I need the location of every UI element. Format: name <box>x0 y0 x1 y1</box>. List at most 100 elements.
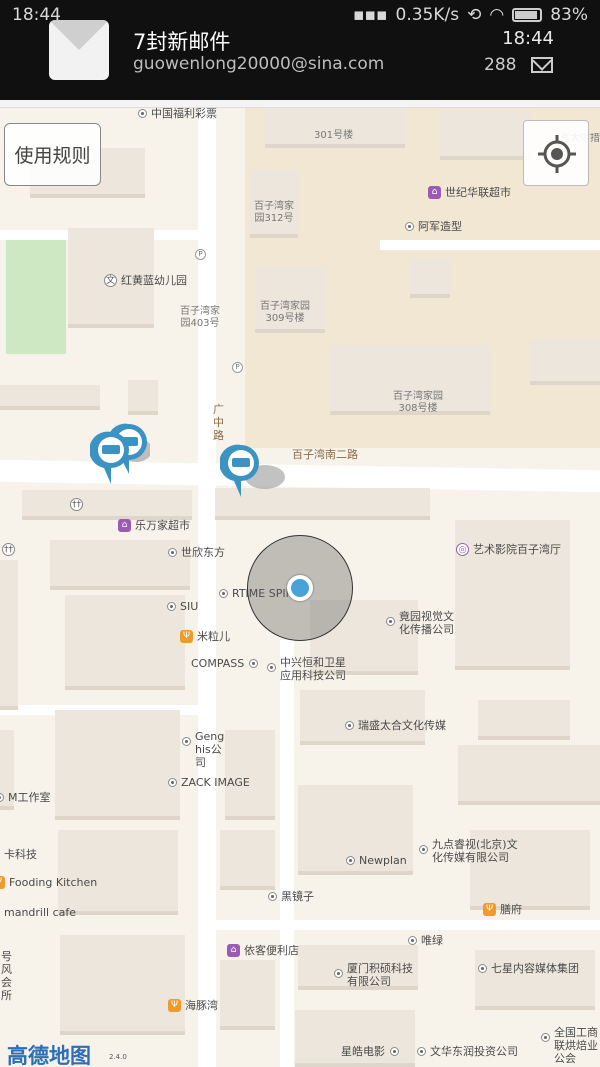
restroom-icon: †† <box>70 498 83 511</box>
notification-subtitle: guowenlong20000@sina.com <box>133 54 385 74</box>
place-dot[interactable]: Genghis公司 <box>182 730 237 769</box>
car-marker[interactable] <box>220 443 286 503</box>
shop-icon: ⌂ <box>428 186 441 199</box>
place-dot[interactable]: 号风会所 <box>0 950 20 1002</box>
building <box>55 710 180 820</box>
building-label: 百子湾家园312号 <box>254 201 294 224</box>
building <box>478 700 570 740</box>
place-dot[interactable]: SIU <box>167 600 198 613</box>
network-speed: 0.35K/s <box>395 5 460 25</box>
notification-count: 288 <box>484 55 517 75</box>
place-dot-icon <box>219 589 228 598</box>
notification-title: 7封新邮件 <box>133 30 231 54</box>
place-edu[interactable]: 文红黄蓝幼儿园 <box>104 274 187 287</box>
place-dot[interactable]: 卡科技 <box>0 848 37 861</box>
place-dot[interactable]: M工作室 <box>0 791 51 804</box>
place-dot[interactable]: 厦门积硕科技有限公司 <box>334 962 422 988</box>
restroom-marker[interactable]: †† <box>70 498 87 511</box>
building <box>220 960 275 1030</box>
building <box>530 340 600 385</box>
place-dot[interactable]: 文华东润投资公司 <box>417 1045 518 1058</box>
building <box>0 385 100 410</box>
place-dot-icon <box>419 845 428 854</box>
restroom-icon: †† <box>2 543 15 556</box>
building <box>60 935 185 1035</box>
place-dot[interactable]: 唯绿 <box>408 934 443 947</box>
place-dot-icon <box>268 892 277 901</box>
place-dot[interactable]: 世欣东方 <box>168 546 225 559</box>
building-label: 301号楼 <box>314 130 354 141</box>
place-dot[interactable]: 竟园视觉文化传播公司 <box>386 610 461 636</box>
place-dot-icon <box>0 793 4 802</box>
place-dot-icon <box>386 617 395 626</box>
amap-logo: 高德地图 <box>7 1044 91 1067</box>
place-dot-icon <box>345 721 354 730</box>
place-dot-icon <box>267 663 276 672</box>
crosshair-icon <box>538 135 576 173</box>
road <box>216 920 600 930</box>
road-label: 百子湾南二路 <box>292 448 358 461</box>
place-dot[interactable]: 星皓电影 <box>341 1045 403 1058</box>
envelope-icon <box>531 57 553 73</box>
road <box>280 640 294 1067</box>
building <box>440 110 530 160</box>
battery-icon <box>512 8 543 22</box>
place-dot-icon <box>182 737 191 746</box>
building <box>458 745 600 805</box>
place-dot[interactable]: mandrill cafe <box>0 906 76 919</box>
place-dot[interactable]: 瑞盛太合文化传媒 <box>345 719 446 732</box>
place-dot-icon <box>168 778 177 787</box>
place-dot[interactable]: 中兴恒和卫星应用科技公司 <box>267 656 357 682</box>
building <box>22 490 192 520</box>
place-dot[interactable]: 全国工商联烘焙业公会 <box>541 1026 600 1065</box>
battery-level: 83% <box>550 5 588 25</box>
car-marker[interactable] <box>90 430 132 490</box>
place-dot[interactable]: ZACK IMAGE <box>168 776 250 789</box>
usage-rules-button[interactable]: 使用规则 <box>4 123 101 186</box>
green-area <box>6 232 66 354</box>
place-food[interactable]: Ψ 膳府 <box>483 903 522 916</box>
place-food[interactable]: Ψ 米粒儿 <box>180 630 230 643</box>
place-art[interactable]: ◎ 艺术影院百子湾厅 <box>456 543 561 556</box>
building <box>410 258 450 298</box>
building <box>220 830 275 890</box>
building <box>475 950 595 1010</box>
place-food[interactable]: ΨFooding Kitchen <box>0 876 97 889</box>
place-food[interactable]: Ψ 海豚湾 <box>168 999 218 1012</box>
place-dot[interactable]: 黑镜子 <box>268 890 314 903</box>
parking-icon: P <box>195 249 206 260</box>
place-dot-icon <box>168 548 177 557</box>
road <box>380 240 600 250</box>
signal-icon: ▪▪▪ <box>352 5 388 25</box>
building <box>0 560 18 710</box>
school-icon: 文 <box>104 274 117 287</box>
place-dot[interactable]: 七星内容媒体集团 <box>478 962 579 975</box>
road-label-vertical: 广中路 <box>213 403 224 442</box>
building <box>265 108 405 148</box>
building <box>58 830 178 915</box>
place-dot[interactable]: 阿军造型 <box>405 220 462 233</box>
place-dot-icon <box>478 964 487 973</box>
restaurant-icon: Ψ <box>483 903 496 916</box>
place-dot-icon <box>138 109 147 118</box>
place-dot[interactable]: 中国福利彩票 <box>138 107 217 120</box>
building <box>128 380 158 415</box>
logo-version: 2.4.0 <box>109 1053 127 1061</box>
shop-icon: ⌂ <box>118 519 131 532</box>
restroom-marker[interactable]: †† <box>2 543 19 556</box>
notification-banner[interactable]: 18:44 ▪▪▪ 0.35K/s ⟲ ◠ 83% 7封新邮件 guowenlo… <box>0 0 600 100</box>
place-shop[interactable]: ⌂ 依客便利店 <box>227 944 299 957</box>
place-shop[interactable]: ⌂ 世纪华联超市 <box>428 186 511 199</box>
place-dot-icon <box>417 1047 426 1056</box>
locate-button[interactable] <box>523 120 589 186</box>
place-dot-icon <box>405 222 414 231</box>
restaurant-icon: Ψ <box>168 999 181 1012</box>
place-dot[interactable]: 九点睿视(北京)文化传媒有限公司 <box>419 838 529 864</box>
mail-icon <box>49 20 109 80</box>
place-dot[interactable]: Newplan <box>346 854 407 867</box>
restaurant-icon: Ψ <box>180 630 193 643</box>
place-dot[interactable]: COMPASS <box>191 657 262 670</box>
place-dot-icon <box>334 969 343 978</box>
parking-icon: P <box>232 362 243 373</box>
place-shop[interactable]: ⌂ 乐万家超市 <box>118 519 190 532</box>
